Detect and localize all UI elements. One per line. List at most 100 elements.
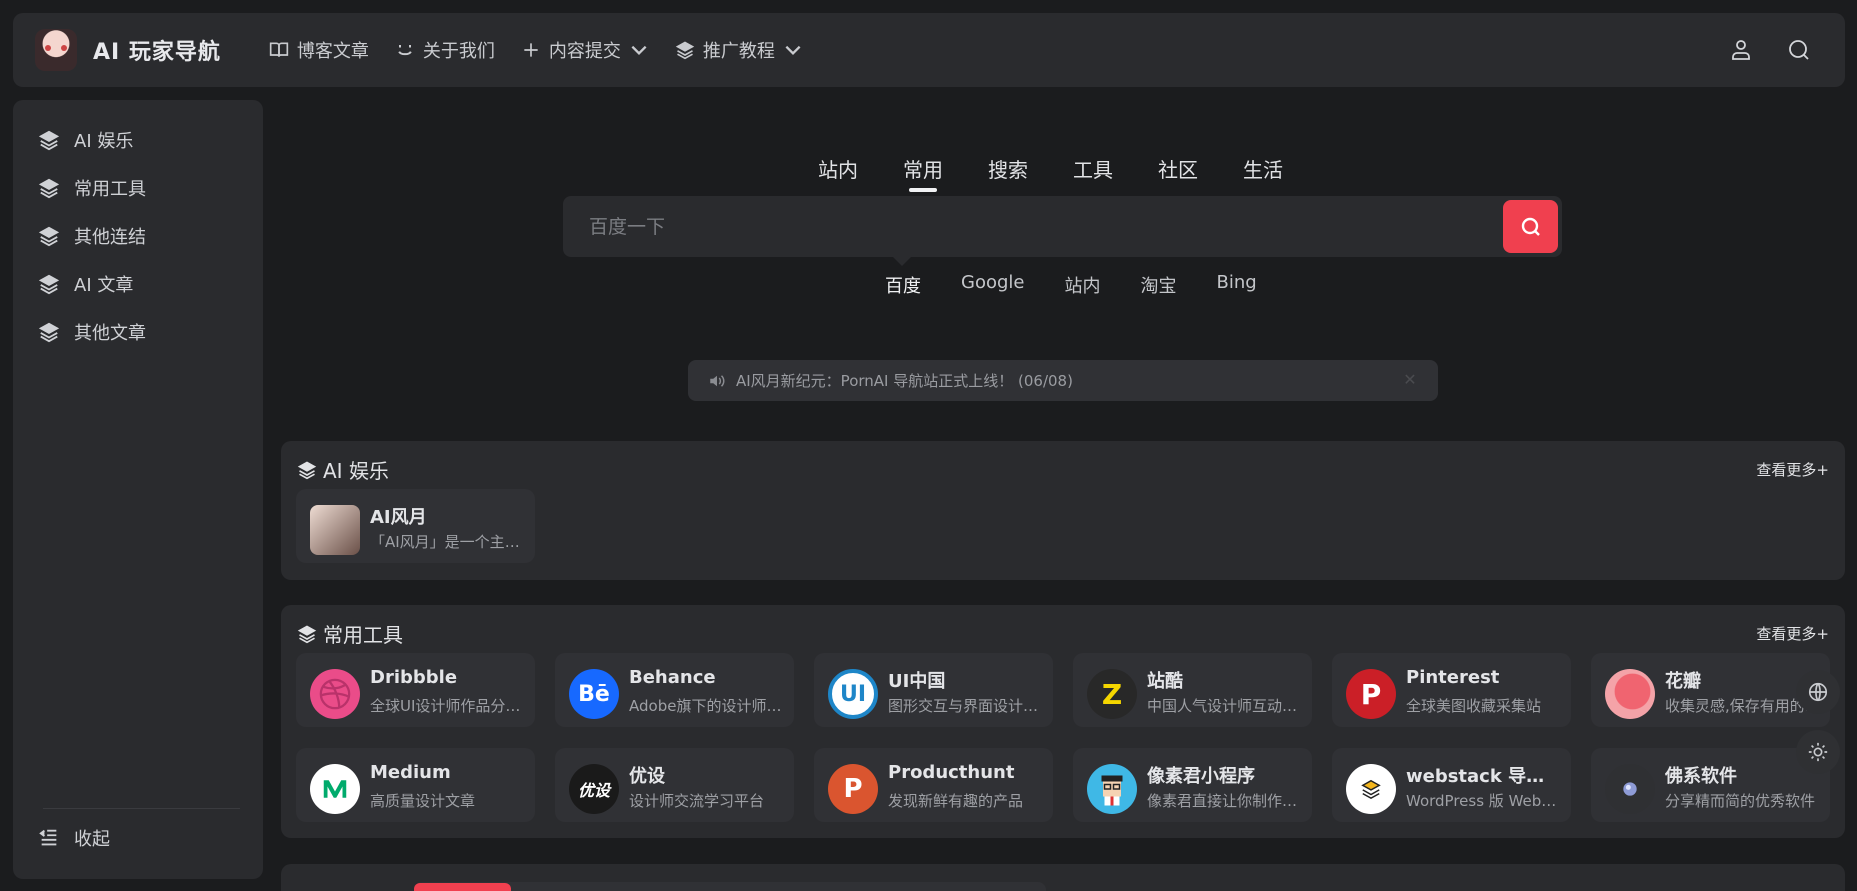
foxi-icon — [1605, 764, 1655, 814]
card-desc: 全球美图收藏采集站 — [1406, 697, 1542, 715]
collapse-label: 收起 — [74, 829, 110, 850]
main-nav: 博客文章 关于我们 内容提交 推广教程 — [269, 37, 803, 63]
close-icon[interactable]: ✕ — [1402, 372, 1418, 388]
dribbble-icon — [310, 669, 360, 719]
user-icon[interactable] — [1729, 38, 1753, 62]
card-desc: 高质量设计文章 — [370, 792, 476, 810]
site-card-huaban[interactable]: 花瓣 收集灵感,保存有用的素材 — [1591, 653, 1830, 727]
sidebar-item-ai-articles[interactable]: AI 文章 — [13, 260, 263, 308]
collapse-button[interactable]: 收起 — [38, 825, 110, 851]
nav-blog[interactable]: 博客文章 — [269, 37, 369, 63]
site-card-behance[interactable]: Bē Behance Adobe旗下的设计师交流平台 — [555, 653, 794, 727]
search-box — [563, 196, 1562, 257]
card-title: UI中国 — [888, 671, 946, 692]
site-card-uisdc[interactable]: 优设 优设 设计师交流学习平台 — [555, 748, 794, 822]
layers-icon — [38, 322, 60, 343]
view-more-link[interactable]: 查看更多+ — [1756, 459, 1829, 480]
site-card-pixel[interactable]: 像素君小程序 像素君直接让你制作像素画 — [1073, 748, 1312, 822]
card-title: AI风月 — [370, 507, 427, 528]
site-logo[interactable]: AI 玩家导航 — [35, 29, 221, 71]
sidebar-item-label: AI 文章 — [74, 275, 134, 296]
engine-site[interactable]: 站内 — [1064, 272, 1100, 298]
site-card-uichina[interactable]: UI UI中国 图形交互与界面设计交流平台 — [814, 653, 1053, 727]
medium-icon — [310, 764, 360, 814]
card-desc: Adobe旗下的设计师交流平台 — [629, 697, 784, 715]
card-desc: 全球UI设计师作品分享平台 — [370, 697, 525, 715]
layers-icon — [297, 461, 317, 479]
pinterest-icon: P — [1346, 669, 1396, 719]
tab-search[interactable]: 搜索 — [988, 154, 1028, 183]
layers-icon — [38, 274, 60, 295]
search-icon — [1521, 217, 1540, 236]
tab-common[interactable]: 常用 — [903, 154, 943, 192]
layers-icon — [38, 226, 60, 247]
card-title: 优设 — [629, 766, 665, 787]
site-card-pinterest[interactable]: P Pinterest 全球美图收藏采集站 — [1332, 653, 1571, 727]
card-desc: 中国人气设计师互动平台 — [1147, 697, 1302, 715]
search-button[interactable] — [1503, 200, 1558, 253]
card-desc: WordPress 版 WebStack 导航主题 — [1406, 792, 1561, 810]
site-card-dribbble[interactable]: Dribbble 全球UI设计师作品分享平台 — [296, 653, 535, 727]
sidebar-item-common-tools[interactable]: 常用工具 — [13, 164, 263, 212]
tab-life[interactable]: 生活 — [1243, 154, 1283, 183]
nav-promo[interactable]: 推广教程 — [675, 37, 803, 63]
behance-icon: Bē — [569, 669, 619, 719]
card-icon — [310, 505, 360, 555]
layers-icon — [38, 178, 60, 199]
theme-toggle-button[interactable] — [1796, 730, 1840, 774]
nav-promo-label: 推广教程 — [702, 41, 775, 62]
sidebar-item-label: 其他连结 — [74, 227, 146, 248]
sun-icon — [1808, 742, 1828, 762]
card-title: 站酷 — [1147, 671, 1183, 692]
card-desc: 像素君直接让你制作像素画 — [1147, 792, 1302, 810]
search-tabs: 站内 常用 搜索 工具 社区 生活 — [818, 154, 1283, 192]
view-more-link[interactable]: 查看更多+ — [1756, 623, 1829, 644]
card-title: Pinterest — [1406, 667, 1500, 688]
engine-baidu[interactable]: 百度 — [885, 272, 921, 298]
site-card-webstack[interactable]: webstack 导航主题 WordPress 版 WebStack 导航主题 — [1332, 748, 1571, 822]
card-desc: 设计师交流学习平台 — [629, 792, 765, 810]
notice-text: AI风月新纪元：PornAI 导航站正式上线！ (06/08) — [736, 372, 1073, 390]
sidebar-item-other-links[interactable]: 其他连结 — [13, 212, 263, 260]
logo-avatar — [35, 29, 77, 71]
section-title-text: 常用工具 — [323, 623, 403, 647]
card-title: webstack 导航主题 — [1406, 766, 1561, 787]
huaban-icon — [1605, 669, 1655, 719]
producthunt-icon: P — [828, 764, 878, 814]
layers-icon — [297, 625, 317, 643]
engine-pointer — [893, 257, 911, 266]
card-title: Medium — [370, 762, 451, 783]
card-desc: 分享精而简的优秀软件 — [1665, 792, 1816, 810]
plus-icon — [524, 43, 538, 57]
section-title-text: AI 娱乐 — [323, 459, 389, 483]
site-card-zcool[interactable]: Z 站酷 中国人气设计师互动平台 — [1073, 653, 1312, 727]
tab-tools[interactable]: 工具 — [1073, 154, 1113, 183]
collapse-icon — [39, 829, 57, 846]
card-desc: 图形交互与界面设计交流平台 — [888, 697, 1043, 715]
site-card-producthunt[interactable]: P Producthunt 发现新鲜有趣的产品 — [814, 748, 1053, 822]
site-card-medium[interactable]: Medium 高质量设计文章 — [296, 748, 535, 822]
site-card-foxi[interactable]: 佛系软件 分享精而简的优秀软件 — [1591, 748, 1830, 822]
site-title: AI 玩家导航 — [93, 40, 221, 65]
search-engines: 百度 Google 站内 淘宝 Bing — [885, 272, 1257, 298]
engine-google[interactable]: Google — [961, 272, 1024, 298]
engine-bing[interactable]: Bing — [1216, 272, 1256, 298]
nav-blog-label: 博客文章 — [296, 41, 369, 62]
book-icon — [269, 42, 289, 57]
site-card[interactable]: AI风月 「AI风月」是一个主题丰富的AI娱乐站 — [296, 489, 535, 563]
nav-submit[interactable]: 内容提交 — [521, 37, 649, 63]
language-button[interactable] — [1796, 670, 1840, 714]
notice-bar[interactable]: AI风月新纪元：PornAI 导航站正式上线！ (06/08) ✕ — [688, 360, 1438, 401]
zcool-icon: Z — [1087, 669, 1137, 719]
smile-icon — [398, 45, 412, 56]
search-input[interactable] — [589, 196, 1469, 257]
nav-about[interactable]: 关于我们 — [395, 37, 495, 63]
sidebar-item-label: 其他文章 — [74, 323, 146, 344]
tab-site[interactable]: 站内 — [818, 154, 858, 183]
sidebar-item-other-articles[interactable]: 其他文章 — [13, 308, 263, 356]
engine-taobao[interactable]: 淘宝 — [1140, 272, 1176, 298]
tab-community[interactable]: 社区 — [1158, 154, 1198, 183]
search-icon[interactable] — [1787, 38, 1811, 62]
sidebar-item-ai-entertainment[interactable]: AI 娱乐 — [13, 116, 263, 164]
pixel-avatar-icon — [1087, 764, 1137, 814]
